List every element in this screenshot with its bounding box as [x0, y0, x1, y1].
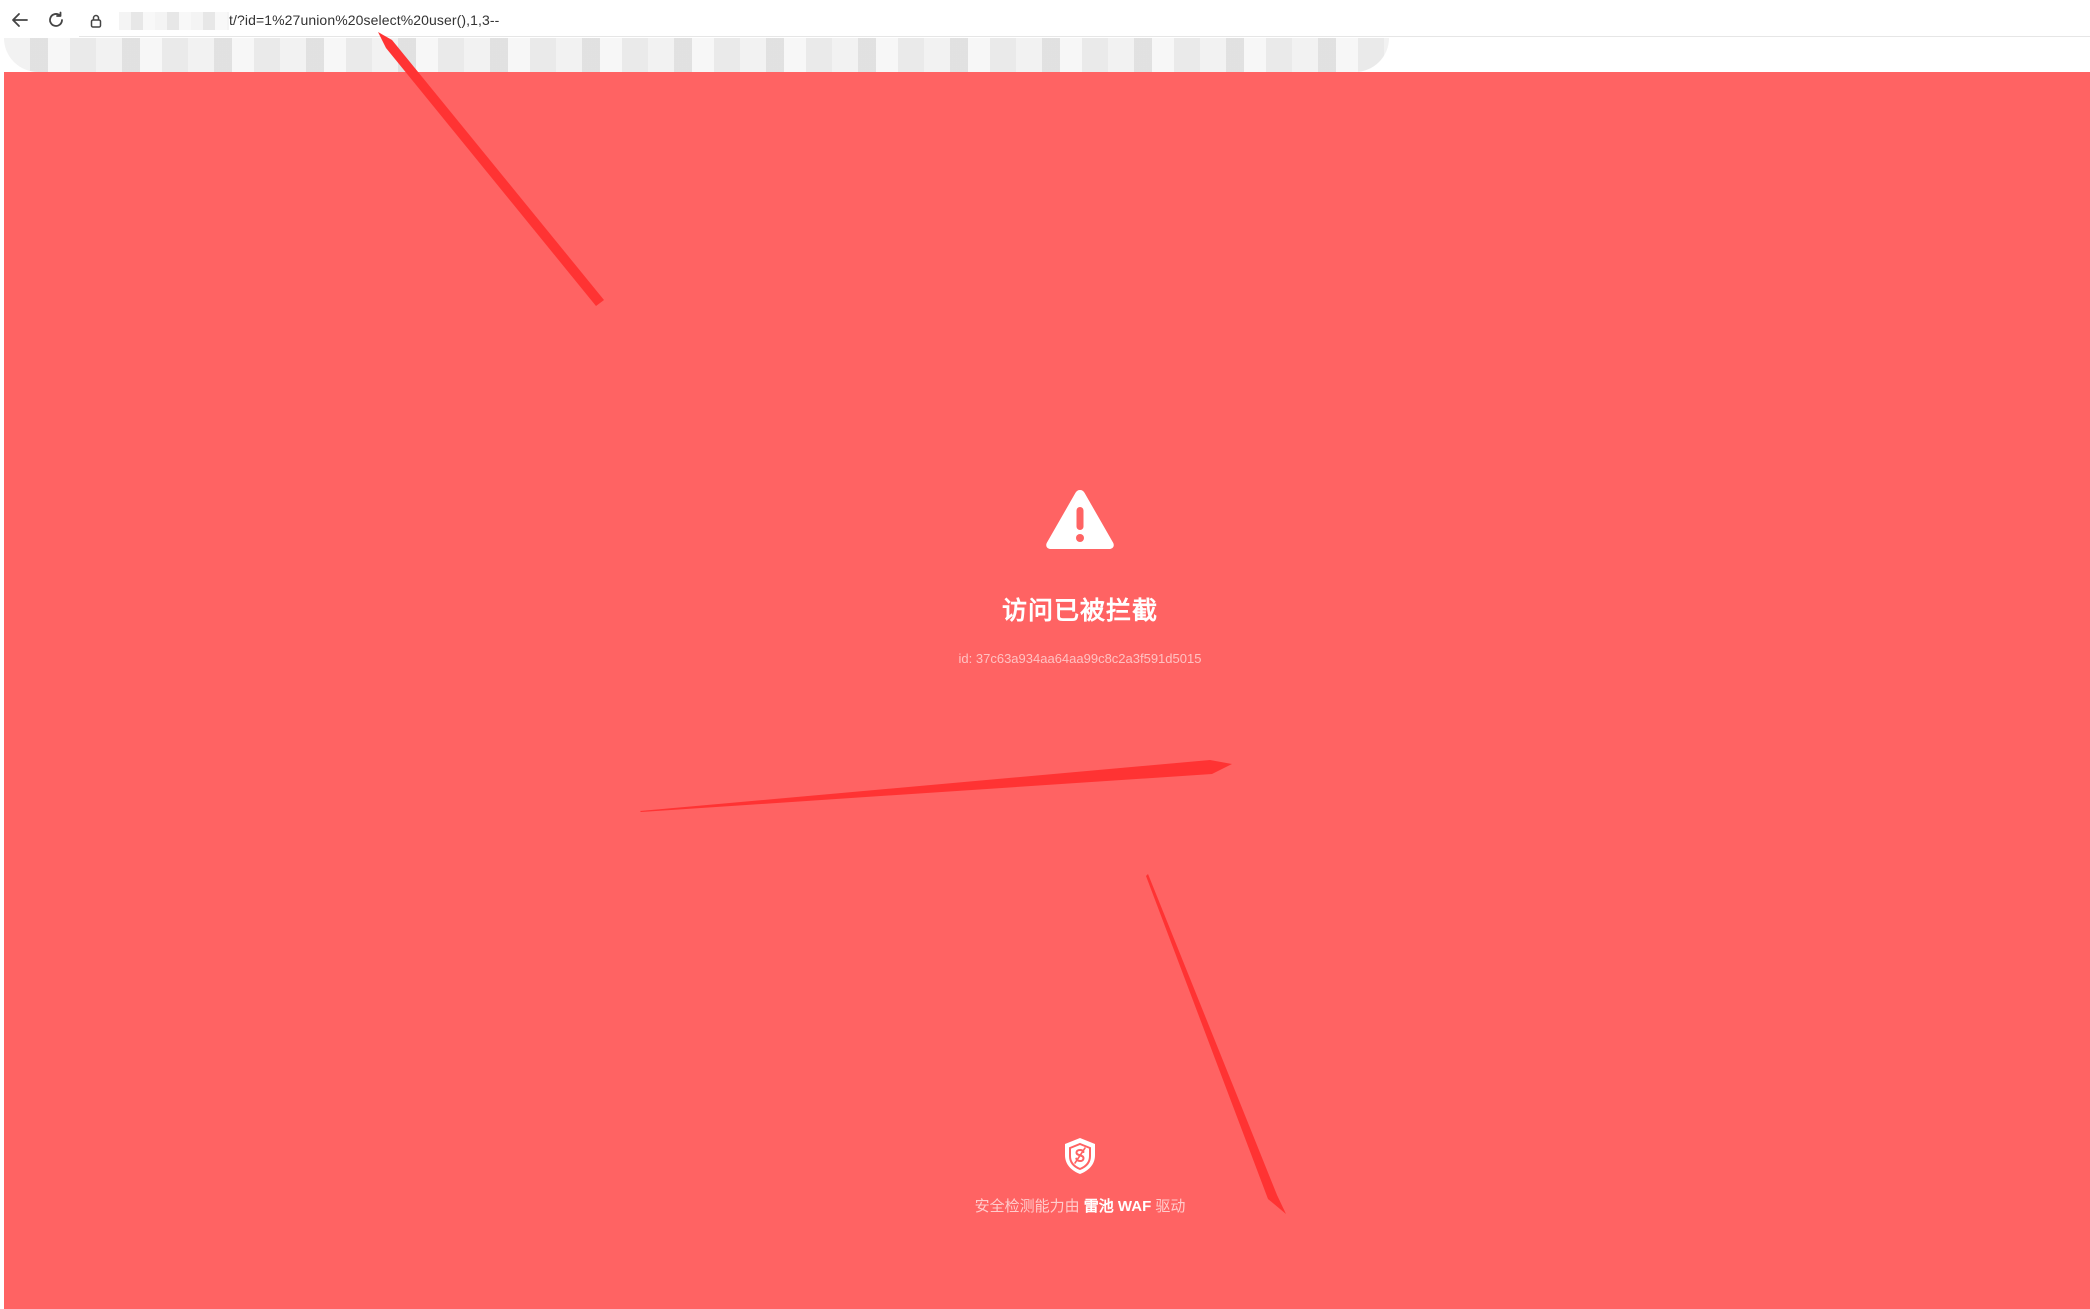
redacted-url-host — [119, 12, 229, 30]
browser-toolbar: t/?id=1%27union%20select%20user(),1,3-- — [0, 0, 2090, 40]
powered-by-text: 安全检测能力由 雷池 WAF 驱动 — [880, 1195, 1280, 1216]
powered-by-prefix: 安全检测能力由 — [974, 1198, 1084, 1215]
lock-icon[interactable] — [84, 9, 108, 33]
redacted-bookmarks-bar — [4, 38, 1389, 72]
page-title: 访问已被拦截 — [1001, 597, 1158, 625]
block-page — [4, 72, 2090, 1309]
address-bar[interactable]: t/?id=1%27union%20select%20user(),1,3-- — [79, 6, 2090, 37]
powered-by-suffix: 驱动 — [1151, 1198, 1186, 1215]
back-arrow-icon[interactable] — [8, 8, 32, 32]
request-id: id: 37c63a934aa64aa99c8c2a3f591d5015 — [958, 651, 1202, 666]
address-text[interactable]: t/?id=1%27union%20select%20user(),1,3-- — [229, 12, 499, 28]
block-message: 访问已被拦截 id: 37c63a934aa64aa99c8c2a3f591d5… — [880, 487, 1280, 666]
powered-by-brand: 雷池 WAF — [1083, 1198, 1152, 1215]
warning-triangle-icon — [1046, 490, 1114, 549]
reload-icon[interactable] — [44, 8, 68, 32]
safeline-shield-icon — [1065, 1138, 1095, 1174]
footer: 安全检测能力由 雷池 WAF 驱动 — [880, 1137, 1280, 1216]
